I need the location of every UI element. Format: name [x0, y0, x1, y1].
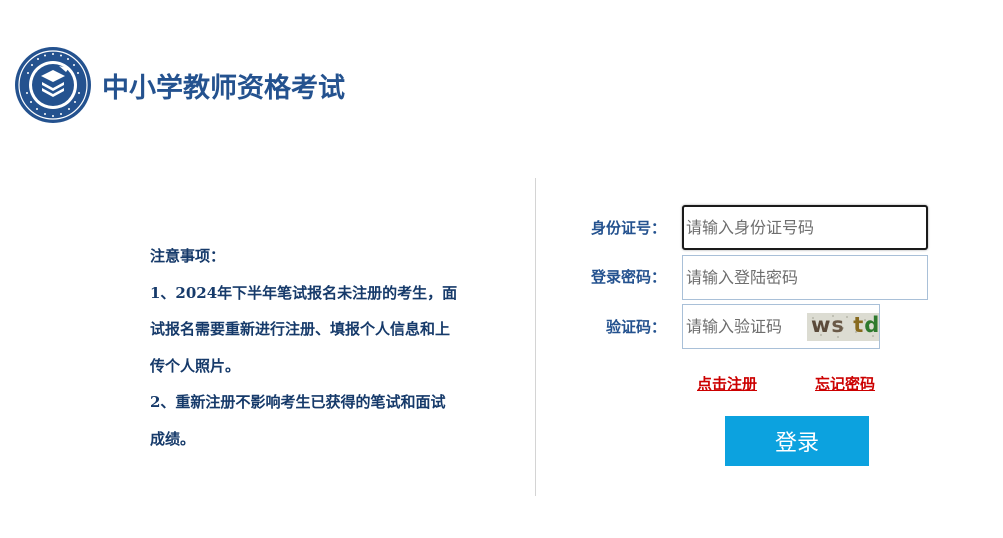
- notice-item-1-line-2: 试报名需要重新进行注册、填报个人信息和上: [150, 320, 451, 338]
- login-page: 中小学教师资格考试 注意事项： 1、2024年下半年笔试报名未注册的考生，面 试…: [0, 0, 1003, 538]
- notice-item-1-line-1: 1、2024年下半年笔试报名未注册的考生，面: [150, 283, 458, 302]
- vertical-divider: [535, 178, 536, 496]
- notice-item-2-line-2: 成绩。: [150, 429, 196, 448]
- id-number-input[interactable]: [682, 205, 928, 250]
- password-label: 登录密码：: [590, 268, 666, 286]
- captcha-field: ws td: [682, 304, 880, 349]
- login-button[interactable]: 登录: [725, 416, 869, 466]
- teacher-certification-emblem-icon: [15, 47, 91, 123]
- password-input[interactable]: [682, 255, 928, 300]
- captcha-input[interactable]: [683, 305, 806, 348]
- captcha-label: 验证码：: [605, 318, 666, 336]
- site-logo[interactable]: 中小学教师资格考试: [14, 46, 354, 126]
- notice-heading: 注意事项：: [150, 247, 226, 265]
- register-link[interactable]: 点击注册: [697, 373, 757, 394]
- captcha-characters: ws td: [811, 313, 879, 337]
- captcha-image[interactable]: ws td: [807, 313, 879, 341]
- notice-panel: 注意事项： 1、2024年下半年笔试报名未注册的考生，面 试报名需要重新进行注册…: [150, 238, 518, 457]
- site-title: 中小学教师资格考试: [102, 73, 345, 104]
- notice-item-1-line-3: 传个人照片。: [150, 356, 241, 375]
- forgot-password-link[interactable]: 忘记密码: [815, 373, 875, 394]
- id-number-label: 身份证号：: [590, 219, 666, 237]
- notice-item-2-line-1: 2、重新注册不影响考生已获得的笔试和面试: [150, 393, 446, 411]
